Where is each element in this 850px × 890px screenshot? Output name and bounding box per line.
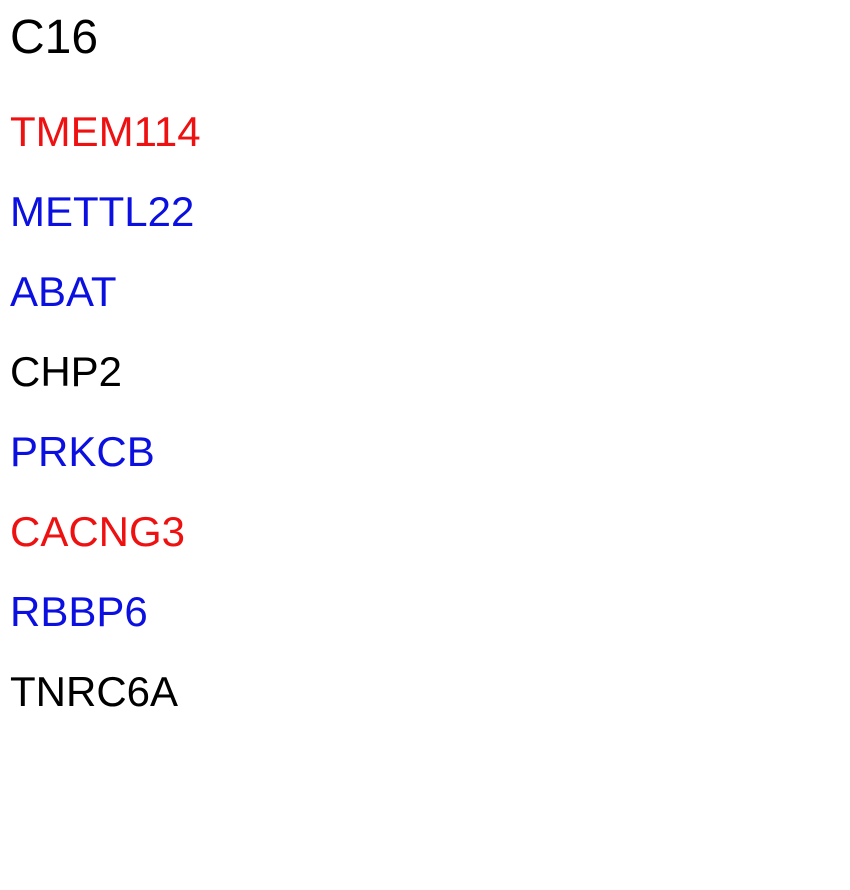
gene-item: CHP2 (10, 348, 123, 395)
gene-item: TNRC6A (10, 668, 179, 715)
gene-item: CACNG3 (10, 508, 186, 555)
gene-list: TMEM114 METTL22 ABAT CHP2 PRKCB CACNG3 R… (10, 106, 201, 746)
gene-item: TMEM114 (10, 108, 201, 155)
gene-item: RBBP6 (10, 588, 148, 635)
gene-item: PRKCB (10, 428, 155, 475)
cluster-title: C16 (10, 11, 99, 64)
gene-item: METTL22 (10, 188, 195, 235)
gene-item: ABAT (10, 268, 117, 315)
